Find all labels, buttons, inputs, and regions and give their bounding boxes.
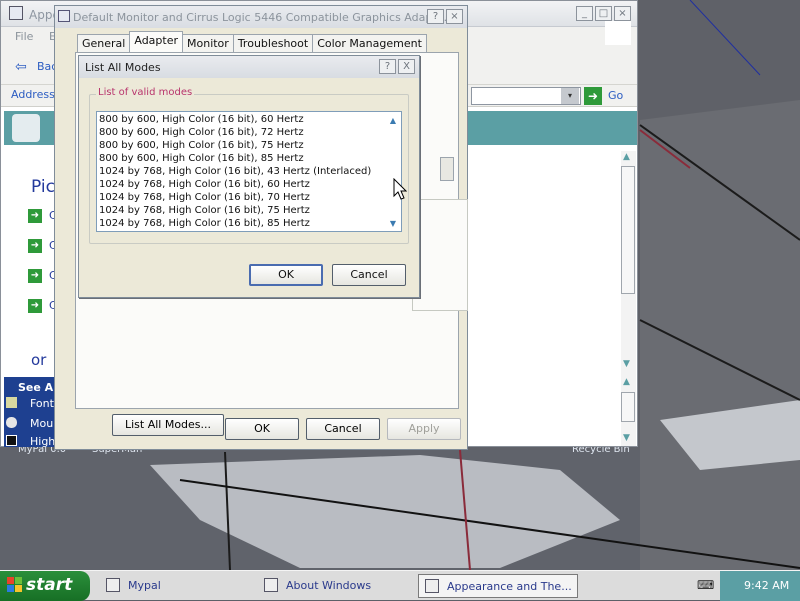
list-all-modes-dialog: List All Modes ? X List of valid modes 8… <box>78 55 420 298</box>
properties-title: Default Monitor and Cirrus Logic 5446 Co… <box>73 11 448 24</box>
properties-button[interactable] <box>440 157 454 181</box>
tab-strip: General Adapter Monitor Troubleshoot Col… <box>77 31 427 52</box>
keyboard-icon[interactable]: ⌨ <box>697 578 714 592</box>
explorer-window-icon <box>9 6 23 20</box>
taskbar-label: Appearance and The... <box>447 580 572 593</box>
mode-item[interactable]: 1024 by 768, High Color (16 bit), 43 Her… <box>99 166 371 179</box>
back-arrow-icon[interactable]: ⇦ <box>15 59 27 75</box>
scrollbar-thumb[interactable] <box>621 392 635 422</box>
tab-general[interactable]: General <box>77 34 131 52</box>
mode-item[interactable]: 800 by 600, High Color (16 bit), 60 Hert… <box>99 114 304 127</box>
tab-adapter[interactable]: Adapter <box>129 31 183 52</box>
help-button[interactable]: ? <box>379 59 396 74</box>
mode-item[interactable]: 800 by 600, High Color (16 bit), 72 Hert… <box>99 127 304 140</box>
task-arrow-icon[interactable]: ➜ <box>28 269 42 283</box>
valid-modes-group: List of valid modes 800 by 600, High Col… <box>89 87 409 244</box>
clock[interactable]: 9:42 AM <box>744 579 789 592</box>
adapter-info-group <box>412 199 468 311</box>
task-arrow-icon[interactable]: ➜ <box>28 299 42 313</box>
fonts-icon <box>6 397 17 408</box>
high-contrast-icon <box>6 435 17 446</box>
minimize-button[interactable]: _ <box>576 6 593 21</box>
taskbar-label: About Windows <box>286 579 372 592</box>
close-button[interactable]: × <box>614 6 631 21</box>
pick-task-title: Pic <box>31 177 55 197</box>
monitor-icon <box>58 10 70 22</box>
mypal-icon <box>106 578 120 592</box>
mode-item[interactable]: 1024 by 768, High Color (16 bit), 60 Her… <box>99 179 310 192</box>
see-also-high-contrast[interactable]: High <box>30 435 55 448</box>
or-pick-label: or <box>31 351 47 369</box>
close-button[interactable]: × <box>446 9 463 24</box>
cancel-button[interactable]: Cancel <box>306 418 380 440</box>
taskbar-button-about-windows[interactable]: About Windows <box>258 574 408 598</box>
go-button-label[interactable]: Go <box>608 89 623 102</box>
system-tray: 9:42 AM <box>720 571 800 601</box>
list-all-modes-button[interactable]: List All Modes... <box>112 414 224 436</box>
scroll-down-arrow-icon[interactable]: ▼ <box>390 219 396 228</box>
modes-title: List All Modes <box>85 61 161 74</box>
scroll-up-arrow-icon[interactable]: ▲ <box>623 377 630 387</box>
address-label: Address <box>11 88 55 101</box>
taskbar-label: Mypal <box>128 579 161 592</box>
help-button[interactable]: ? <box>427 9 444 24</box>
see-also-mouse[interactable]: Mou <box>30 417 53 430</box>
modes-ok-button[interactable]: OK <box>249 264 323 286</box>
mode-item[interactable]: 800 by 600, High Color (16 bit), 85 Hert… <box>99 153 304 166</box>
apply-button[interactable]: Apply <box>387 418 461 440</box>
taskbar: start Mypal About Windows Appearance and… <box>0 570 800 601</box>
modes-listbox[interactable]: 800 by 600, High Color (16 bit), 60 Hert… <box>96 111 402 232</box>
scroll-up-arrow-icon[interactable]: ▲ <box>390 116 396 125</box>
tab-troubleshoot[interactable]: Troubleshoot <box>232 34 314 52</box>
tab-monitor[interactable]: Monitor <box>182 34 234 52</box>
mode-item[interactable]: 1024 by 768, High Color (16 bit), 85 Her… <box>99 218 310 231</box>
close-button[interactable]: X <box>398 59 415 74</box>
scroll-down-arrow-icon[interactable]: ▼ <box>623 359 630 369</box>
task-arrow-icon[interactable]: ➜ <box>28 209 42 223</box>
ok-button[interactable]: OK <box>225 418 299 440</box>
see-also-fonts[interactable]: Font <box>30 397 54 410</box>
mouse-pointer-icon <box>6 417 17 428</box>
taskbar-button-appearance[interactable]: Appearance and The... <box>418 574 578 598</box>
mode-item[interactable]: 800 by 600, High Color (16 bit), 75 Hert… <box>99 140 304 153</box>
tab-color-management[interactable]: Color Management <box>312 34 427 52</box>
start-label: start <box>26 575 73 595</box>
mode-item[interactable]: 1024 by 768, High Color (16 bit), 75 Her… <box>99 205 310 218</box>
scroll-down-arrow-icon[interactable]: ▼ <box>623 433 630 443</box>
appearance-icon <box>12 114 40 142</box>
appearance-icon <box>425 579 439 593</box>
windows-logo-icon <box>605 21 631 45</box>
mouse-cursor-icon <box>393 178 407 200</box>
mode-item[interactable]: 1024 by 768, High Color (16 bit), 70 Her… <box>99 192 310 205</box>
address-dropdown-button[interactable]: ▾ <box>561 88 579 104</box>
menu-file[interactable]: File <box>15 30 33 43</box>
scrollbar-thumb[interactable] <box>621 166 635 294</box>
start-button[interactable]: start <box>0 571 90 601</box>
taskbar-button-mypal[interactable]: Mypal <box>100 574 250 598</box>
windows-flag-icon <box>7 577 22 592</box>
valid-modes-label: List of valid modes <box>96 87 195 98</box>
task-arrow-icon[interactable]: ➜ <box>28 239 42 253</box>
scroll-up-arrow-icon[interactable]: ▲ <box>623 152 630 162</box>
window-icon <box>264 578 278 592</box>
properties-title-bar[interactable]: Default Monitor and Cirrus Logic 5446 Co… <box>55 6 467 28</box>
modes-cancel-button[interactable]: Cancel <box>332 264 406 286</box>
maximize-button[interactable]: □ <box>595 6 612 21</box>
modes-title-bar[interactable]: List All Modes ? X <box>79 56 419 78</box>
go-arrow-icon[interactable]: ➜ <box>584 87 602 105</box>
